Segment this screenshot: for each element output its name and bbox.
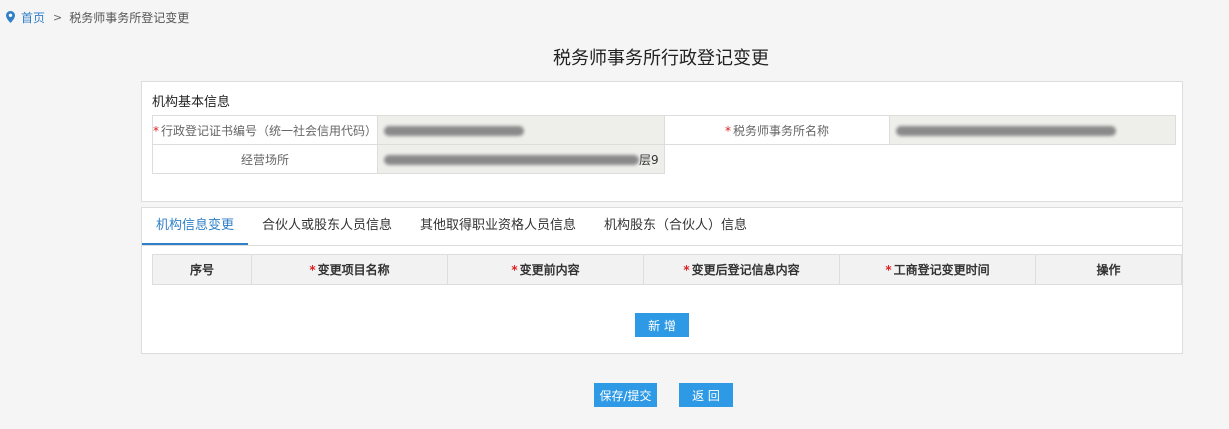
table-header-row: 序号 * 变更项目名称 * 变更前内容 * 变更后登记信息内容 * 工商登记变更时间 操…	[152, 254, 1182, 285]
basic-info-title: 机构基本信息	[152, 95, 231, 110]
add-row-button[interactable]: 新 增	[635, 313, 689, 337]
redacted-value	[896, 125, 1116, 136]
page-title: 税务师事务所行政登记变更	[553, 48, 769, 69]
firm-name-label: 税务师事务所名称	[732, 123, 829, 138]
reg-cert-label: 行政登记证书编号（统一社会信用代码）	[161, 123, 378, 138]
tab-org-info-change[interactable]: 机构信息变更	[142, 208, 249, 245]
col-header-actions: 操作	[1035, 254, 1182, 285]
firm-name-label-cell: * 税务师事务所名称	[664, 115, 890, 145]
col-header-index: 序号	[152, 254, 252, 285]
breadcrumb-current: 税务师事务所登记变更	[69, 10, 190, 25]
back-button[interactable]: 返 回	[679, 383, 733, 407]
address-label-cell: 经营场所	[152, 144, 378, 174]
breadcrumb: 首页 > 税务师事务所登记变更	[6, 9, 189, 25]
tab-org-shareholder-info[interactable]: 机构股东（合伙人）信息	[590, 208, 761, 245]
redacted-value	[384, 125, 524, 136]
breadcrumb-home-link[interactable]: 首页	[21, 9, 45, 26]
empty-cell	[665, 145, 890, 174]
required-mark: *	[153, 123, 159, 138]
col-header-before: * 变更前内容	[447, 254, 644, 285]
address-value: 层9	[377, 144, 665, 174]
col-header-after: * 变更后登记信息内容	[643, 254, 840, 285]
address-label: 经营场所	[240, 152, 289, 167]
redacted-value	[384, 155, 639, 165]
location-pin-icon	[6, 11, 15, 23]
tab-partner-shareholder-info[interactable]: 合伙人或股东人员信息	[248, 208, 406, 245]
basic-info-table: * 行政登记证书编号（统一社会信用代码） * 税务师事务所名称 经营场所 层9	[152, 115, 1176, 174]
change-table: 序号 * 变更项目名称 * 变更前内容 * 变更后登记信息内容 * 工商登记变更时间 操…	[152, 254, 1182, 285]
change-info-panel: 机构信息变更 合伙人或股东人员信息 其他取得职业资格人员信息 机构股东（合伙人）…	[141, 207, 1183, 354]
tab-other-qualified-personnel[interactable]: 其他取得职业资格人员信息	[406, 208, 590, 245]
tab-bar: 机构信息变更 合伙人或股东人员信息 其他取得职业资格人员信息 机构股东（合伙人）…	[142, 208, 1182, 246]
save-submit-button[interactable]: 保存/提交	[594, 383, 657, 407]
col-header-change-time: * 工商登记变更时间	[839, 254, 1036, 285]
required-mark: *	[724, 123, 731, 138]
breadcrumb-separator: >	[53, 10, 63, 24]
empty-cell	[890, 145, 1176, 174]
firm-name-value	[889, 115, 1176, 145]
basic-info-panel: 机构基本信息 * 行政登记证书编号（统一社会信用代码） * 税务师事务所名称 经营场…	[141, 81, 1183, 202]
col-header-change-item: * 变更项目名称	[251, 254, 448, 285]
reg-cert-label-cell: * 行政登记证书编号（统一社会信用代码）	[152, 115, 378, 145]
address-value-suffix: 层9	[639, 152, 659, 167]
reg-cert-value	[377, 115, 665, 145]
